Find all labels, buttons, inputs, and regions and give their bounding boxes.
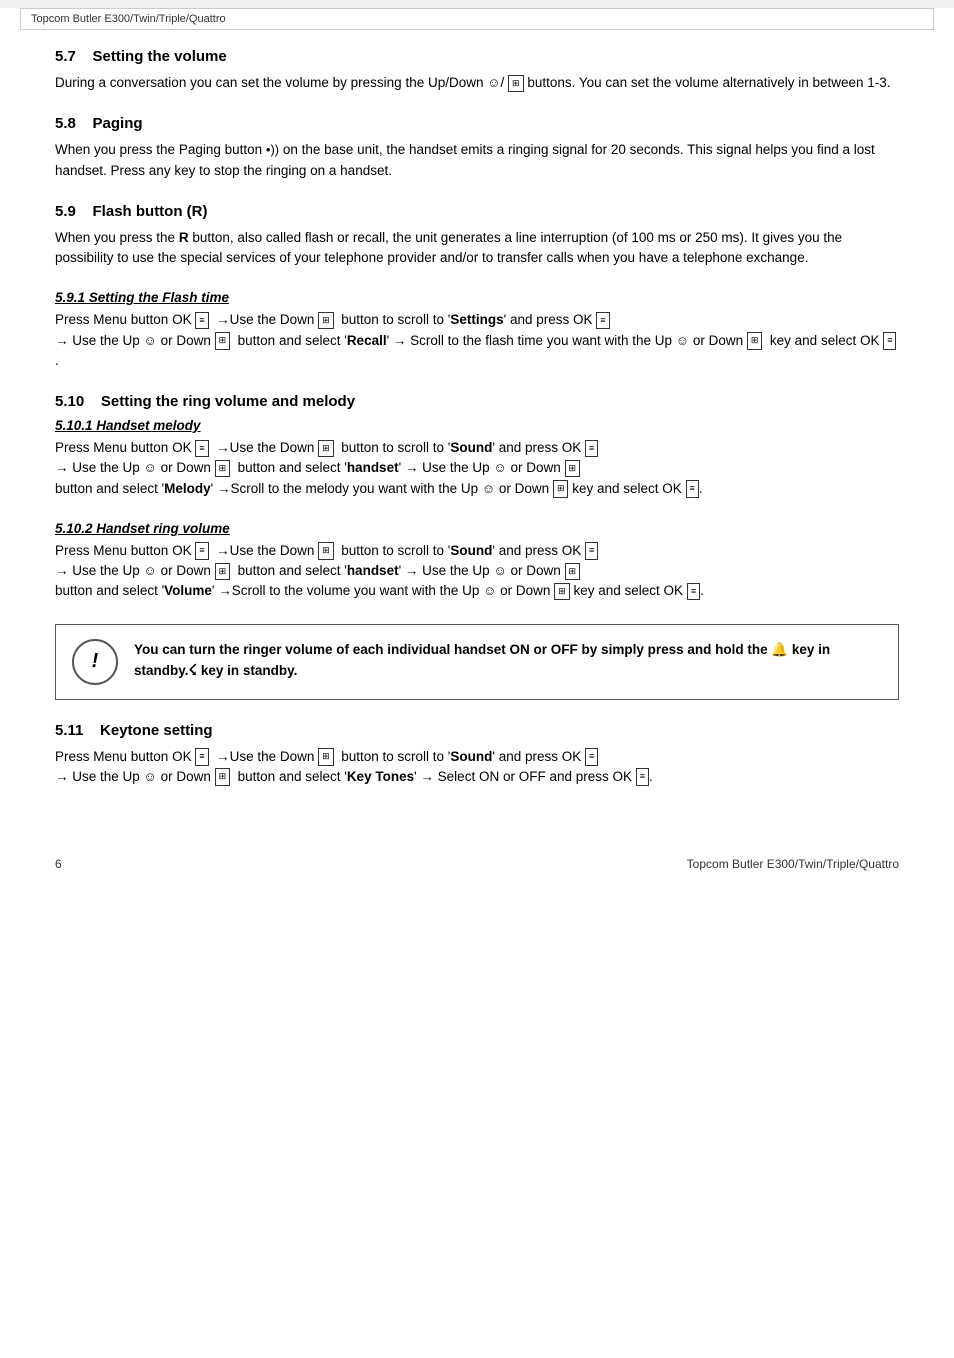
nav-icon-11: ⊞ [565, 563, 581, 581]
nav-icon-14: ⊞ [215, 768, 231, 786]
nav-icon-7: ⊞ [565, 460, 581, 478]
menu-icon-1: ≡ [195, 312, 208, 330]
note-icon: ! [72, 639, 118, 685]
nav-icon-1: ⊞ [508, 75, 524, 93]
section-5-8-body: When you press the Paging button •)) on … [55, 140, 899, 181]
menu-icon-11: ≡ [585, 748, 598, 766]
main-content: 5.7 Setting the volume During a conversa… [0, 38, 954, 829]
section-5-9-title: 5.9 Flash button (R) [55, 203, 899, 220]
menu-icon-6: ≡ [686, 480, 699, 498]
menu-icon-7: ≡ [195, 542, 208, 560]
paging-icon: •)) [266, 142, 279, 157]
section-5-9-1-title: 5.9.1 Setting the Flash time [55, 290, 899, 305]
section-5-11-body: Press Menu button OK ≡ →Use the Down ⊞ b… [55, 747, 899, 788]
note-box: ! You can turn the ringer volume of each… [55, 624, 899, 700]
page: Topcom Butler E300/Twin/Triple/Quattro 5… [0, 8, 954, 1358]
section-5-10-1-body: Press Menu button OK ≡ →Use the Down ⊞ b… [55, 438, 899, 499]
nav-icon-10: ⊞ [215, 563, 231, 581]
section-5-10-2-body: Press Menu button OK ≡ →Use the Down ⊞ b… [55, 541, 899, 602]
menu-icon-9: ≡ [687, 583, 700, 601]
person-icon-7: ☺ [144, 563, 157, 578]
footer-model: Topcom Butler E300/Twin/Triple/Quattro [687, 857, 899, 871]
menu-icon-12: ≡ [636, 768, 649, 786]
person-icon-10: ☺ [144, 769, 157, 784]
nav-icon-9: ⊞ [318, 542, 334, 560]
ok-text-3: OK [662, 481, 682, 496]
section-5-10-2-para: Press Menu button OK ≡ →Use the Down ⊞ b… [55, 541, 899, 602]
bell-icon: ☇ [189, 662, 198, 679]
person-icon-2: ☺ [144, 333, 157, 348]
nav-icon-4: ⊞ [747, 332, 763, 350]
section-5-10-title: 5.10 Setting the ring volume and melody [55, 393, 899, 410]
section-5-9-1: 5.9.1 Setting the Flash time Press Menu … [55, 290, 899, 371]
menu-icon-5: ≡ [585, 440, 598, 458]
menu-icon-4: ≡ [195, 440, 208, 458]
section-5-10-2-title: 5.10.2 Handset ring volume [55, 521, 899, 536]
section-5-10-1-para: Press Menu button OK ≡ →Use the Down ⊞ b… [55, 438, 899, 499]
section-5-11-title: 5.11 Keytone setting [55, 722, 899, 739]
section-5-8-title: 5.8 Paging [55, 115, 899, 132]
person-icon-6: ☺ [482, 481, 495, 496]
section-5-7-title: 5.7 Setting the volume [55, 48, 899, 65]
section-5-10-1-title: 5.10.1 Handset melody [55, 418, 899, 433]
header-text: Topcom Butler E300/Twin/Triple/Quattro [31, 13, 226, 25]
person-icon-1: ☺ [487, 75, 500, 90]
footer-page-number: 6 [55, 857, 62, 871]
section-5-7-body: During a conversation you can set the vo… [55, 73, 899, 93]
ok-text-4: OK [172, 543, 192, 558]
section-5-8-para: When you press the Paging button •)) on … [55, 140, 899, 181]
section-5-9: 5.9 Flash button (R) When you press the … [55, 203, 899, 269]
menu-icon-3: ≡ [883, 332, 896, 350]
section-5-7-para: During a conversation you can set the vo… [55, 73, 899, 93]
section-5-9-body: When you press the R button, also called… [55, 228, 899, 269]
section-5-10: 5.10 Setting the ring volume and melody … [55, 393, 899, 700]
footer: 6 Topcom Butler E300/Twin/Triple/Quattro [0, 849, 954, 879]
section-5-9-1-para: Press Menu button OK ≡ →Use the Down ⊞ b… [55, 310, 899, 371]
ok-text-7: OK [612, 769, 632, 784]
section-5-10-2: 5.10.2 Handset ring volume Press Menu bu… [55, 521, 899, 602]
menu-icon-10: ≡ [195, 748, 208, 766]
nav-icon-5: ⊞ [318, 440, 334, 458]
person-icon-3: ☺ [676, 333, 689, 348]
ok-text-5: OK [664, 583, 684, 598]
person-icon-8: ☺ [493, 563, 506, 578]
section-5-9-para: When you press the R button, also called… [55, 228, 899, 269]
person-icon-5: ☺ [493, 460, 506, 475]
note-box-text: You can turn the ringer volume of each i… [134, 640, 882, 683]
nav-icon-12: ⊞ [554, 583, 570, 601]
section-5-10-1: 5.10.1 Handset melody Press Menu button … [55, 418, 899, 499]
nav-icon-3: ⊞ [215, 332, 231, 350]
menu-icon-2: ≡ [596, 312, 609, 330]
exclamation-icon: ! [92, 650, 99, 673]
section-5-7: 5.7 Setting the volume During a conversa… [55, 48, 899, 93]
nav-icon-6: ⊞ [215, 460, 231, 478]
ok-text-2: OK [172, 440, 192, 455]
section-5-11-para: Press Menu button OK ≡ →Use the Down ⊞ b… [55, 747, 899, 788]
menu-icon-8: ≡ [585, 542, 598, 560]
note-content-end: key in standby. [197, 663, 297, 678]
ok-text-6: OK [172, 749, 192, 764]
header-bar: Topcom Butler E300/Twin/Triple/Quattro [20, 8, 934, 30]
section-5-11: 5.11 Keytone setting Press Menu button O… [55, 722, 899, 788]
nav-icon-13: ⊞ [318, 748, 334, 766]
person-icon-9: ☺ [483, 583, 496, 598]
section-5-8: 5.8 Paging When you press the Paging but… [55, 115, 899, 181]
ok-text-1: OK [172, 312, 192, 327]
nav-icon-2: ⊞ [318, 312, 334, 330]
person-icon-4: ☺ [144, 460, 157, 475]
section-5-9-1-body: Press Menu button OK ≡ →Use the Down ⊞ b… [55, 310, 899, 371]
nav-icon-8: ⊞ [553, 480, 569, 498]
